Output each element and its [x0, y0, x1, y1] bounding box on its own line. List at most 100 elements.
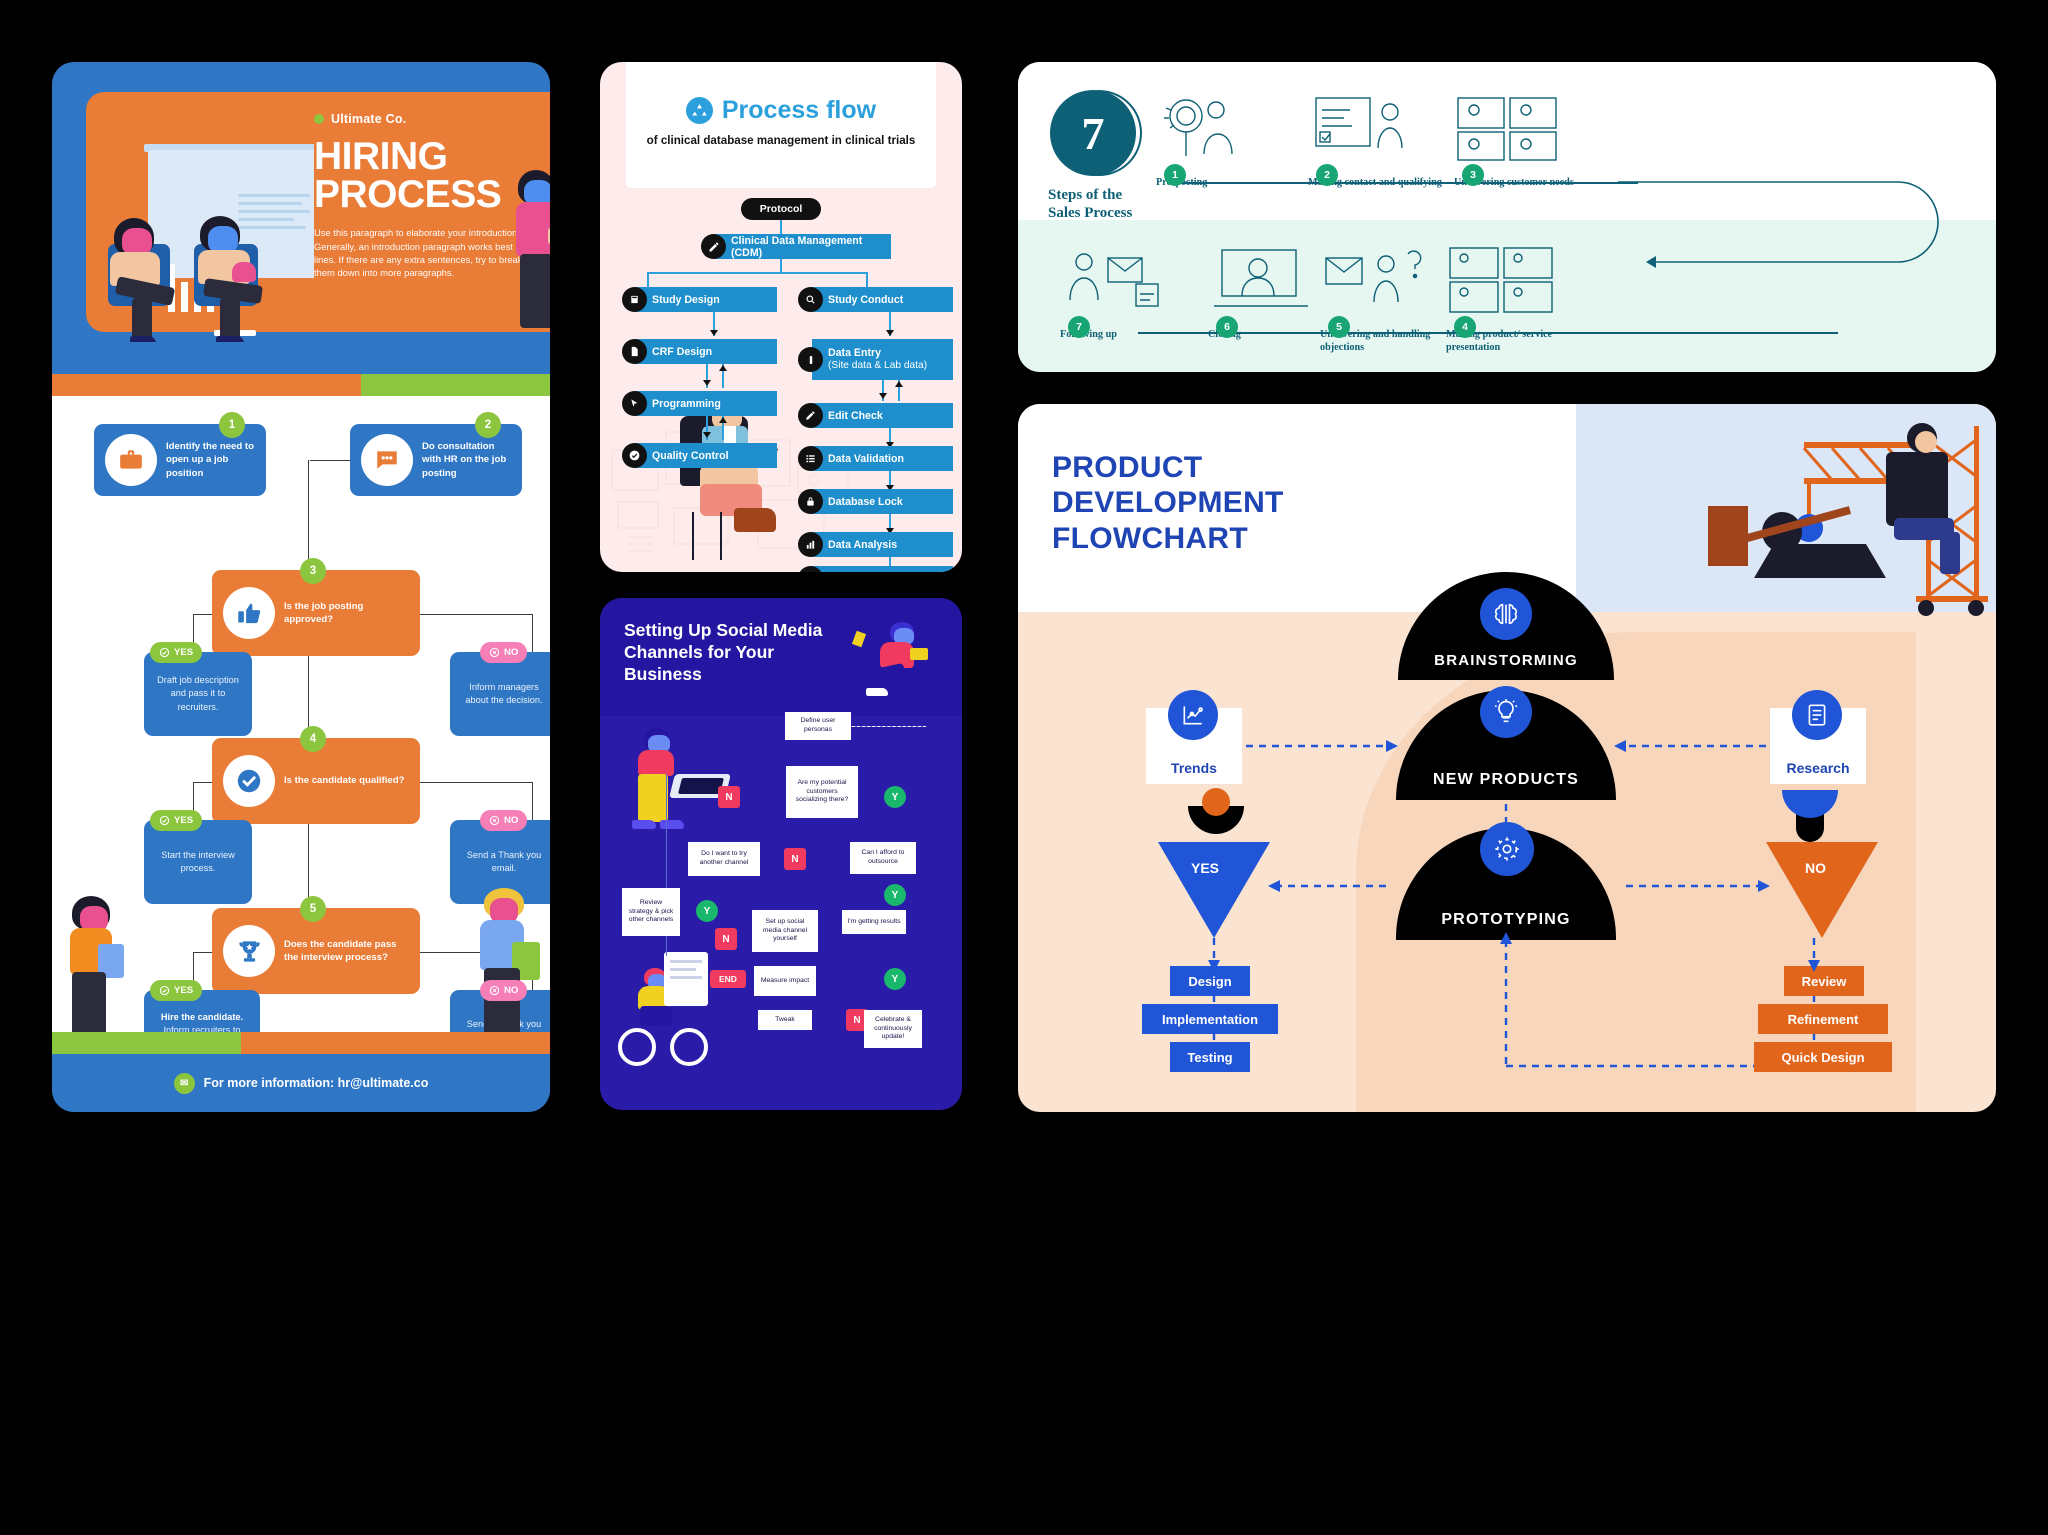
node-testing[interactable]: Testing [1170, 1042, 1250, 1072]
sales-process-panel: 7 Steps of the Sales Process 1 Prospecti… [1018, 62, 1996, 372]
gear-icon [1480, 822, 1534, 876]
making-contact-illustration [1308, 92, 1448, 166]
arrow-icon [894, 381, 903, 387]
flow-step-2-label: Do consultation with HR on the job posti… [422, 441, 507, 479]
sales-step-7[interactable]: 7 Following up [1060, 244, 1200, 342]
node-refinement[interactable]: Refinement [1758, 1004, 1888, 1034]
no-badge-4: NO [480, 810, 528, 831]
no-label: NO [504, 815, 519, 826]
left-node-3[interactable]: Programming [622, 391, 777, 416]
process-flow-title-row: Process flow [626, 96, 936, 125]
search-icon [798, 287, 823, 312]
yes-label: YES [174, 985, 194, 996]
book-icon [622, 287, 647, 312]
node-celebrate[interactable]: Celebrate & continuously update! [864, 1010, 922, 1048]
branch-3-yes[interactable]: Draft job description and pass it to rec… [144, 652, 252, 736]
right-node-1[interactable]: Study Conduct [798, 287, 953, 312]
pencil-icon [701, 234, 726, 259]
no-label: NO [504, 985, 519, 996]
report-generation-node[interactable]: Report Generation [798, 566, 953, 572]
sales-step-2[interactable]: 2 Making contact and qualifying [1308, 92, 1448, 190]
no-dome-cap [1796, 814, 1824, 842]
connector [532, 782, 534, 822]
node-measure-impact[interactable]: Measure impact [754, 966, 816, 996]
person-tablet-illustration [624, 728, 734, 838]
node-outsource[interactable]: Can I afford to outsource [850, 842, 916, 874]
yes-chip-1: Y [884, 786, 906, 808]
right-node-1-label: Study Conduct [812, 287, 953, 312]
following-up-illustration [1060, 244, 1200, 318]
node-getting-results[interactable]: I'm getting results [842, 910, 906, 934]
node-another-channel[interactable]: Do I want to try another channel [688, 842, 760, 876]
arrow-icon [702, 380, 711, 386]
no-badge-5: NO [480, 980, 528, 1001]
yes-badge-5: YES [150, 980, 203, 1001]
crane-illustration [1654, 410, 1994, 618]
node-review[interactable]: Review [1784, 966, 1864, 996]
node-socializing[interactable]: Are my potential customers socializing t… [786, 766, 858, 818]
step-number-badge: 5 [300, 896, 326, 922]
left-node-2[interactable]: CRF Design [622, 339, 777, 364]
right-node-5[interactable]: Database Lock [798, 489, 953, 514]
node-setup-channel[interactable]: Set up social media channel yourself [752, 910, 818, 952]
step-number-badge: 1 [219, 412, 245, 438]
skater-illustration [848, 620, 944, 706]
step-number-badge: 3 [1462, 164, 1484, 186]
product-presentation-illustration [1446, 244, 1586, 318]
right-node-2[interactable]: Data Entry (Site data & Lab data) [798, 339, 953, 380]
arrow-icon [718, 417, 727, 423]
briefcase-icon [105, 434, 157, 486]
node-review-strategy[interactable]: Review strategy & pick other channels [622, 888, 680, 936]
handling-objections-illustration [1320, 244, 1460, 318]
branch-3-no[interactable]: Inform managers about the decision. [450, 652, 550, 736]
product-development-panel: PRODUCT DEVELOPMENT FLOWCHART BRAINSTORM… [1018, 404, 1996, 1112]
sales-step-1[interactable]: 1 Prospecting [1156, 92, 1296, 190]
brand-label: Ultimate Co. [314, 112, 544, 126]
research-report-icon [1792, 690, 1842, 740]
meeting-illustration [86, 92, 314, 342]
connector [420, 782, 533, 784]
orange-dot [1202, 788, 1230, 816]
sales-step-4[interactable]: 4 Making product/ service presentation [1446, 244, 1586, 355]
left-node-1[interactable]: Study Design [622, 287, 777, 312]
connector [532, 614, 534, 654]
left-node-4[interactable]: Quality Control [622, 443, 777, 468]
node-tweak[interactable]: Tweak [758, 1010, 812, 1030]
protocol-node[interactable]: Protocol [741, 198, 821, 220]
hiring-footer: ✉ For more information: hr@ultimate.co [52, 1054, 550, 1112]
node-design[interactable]: Design [1170, 966, 1250, 996]
node-define-personas[interactable]: Define user personas [785, 712, 851, 740]
right-node-3[interactable]: Edit Check [798, 403, 953, 428]
sales-step-5[interactable]: 5 Uncovering and handling objections [1320, 244, 1460, 355]
node-quick-design[interactable]: Quick Design [1754, 1042, 1892, 1072]
sales-step-3[interactable]: 3 Uncovering customer needs [1454, 92, 1594, 190]
footer-contact-text: For more information: hr@ultimate.co [203, 1076, 429, 1090]
report-generation-label: Report Generation [812, 566, 953, 572]
social-title: Setting Up Social Media Channels for You… [624, 620, 823, 684]
node-implementation[interactable]: Implementation [1142, 1004, 1278, 1034]
step-number-badge: 2 [1316, 164, 1338, 186]
hiring-process-panel: Ultimate Co. HIRING PROCESS Use this par… [52, 62, 550, 1112]
branch-4-yes[interactable]: Start the interview process. [144, 820, 252, 904]
yes-label: YES [1191, 860, 1220, 876]
flow-decision-3-label: Is the job posting approved? [284, 600, 364, 625]
no-label: NO [1805, 860, 1826, 876]
no-chip-2: N [784, 848, 806, 870]
connector [780, 220, 782, 234]
connector [647, 272, 649, 287]
uncovering-needs-illustration [1454, 92, 1594, 166]
hiring-flowchart: Identify the need to open up a job posit… [52, 396, 550, 1072]
right-node-4[interactable]: Data Validation [798, 446, 953, 471]
social-media-panel: Setting Up Social Media Channels for You… [600, 598, 962, 1110]
bar-chart-icon [798, 532, 823, 557]
right-node-2-label: Data Entry (Site data & Lab data) [812, 339, 953, 380]
no-badge-3: NO [480, 642, 528, 663]
lightbulb-icon [1480, 686, 1532, 738]
step-number-badge: 6 [1216, 316, 1238, 338]
arrow-icon [709, 330, 718, 336]
yes-badge-4: YES [150, 810, 203, 831]
left-node-2-label: CRF Design [636, 339, 777, 364]
yes-triangle [1158, 842, 1270, 938]
right-node-2-sub: (Site data & Lab data) [828, 359, 928, 371]
cdm-node[interactable]: Clinical Data Management (CDM) [701, 234, 891, 259]
